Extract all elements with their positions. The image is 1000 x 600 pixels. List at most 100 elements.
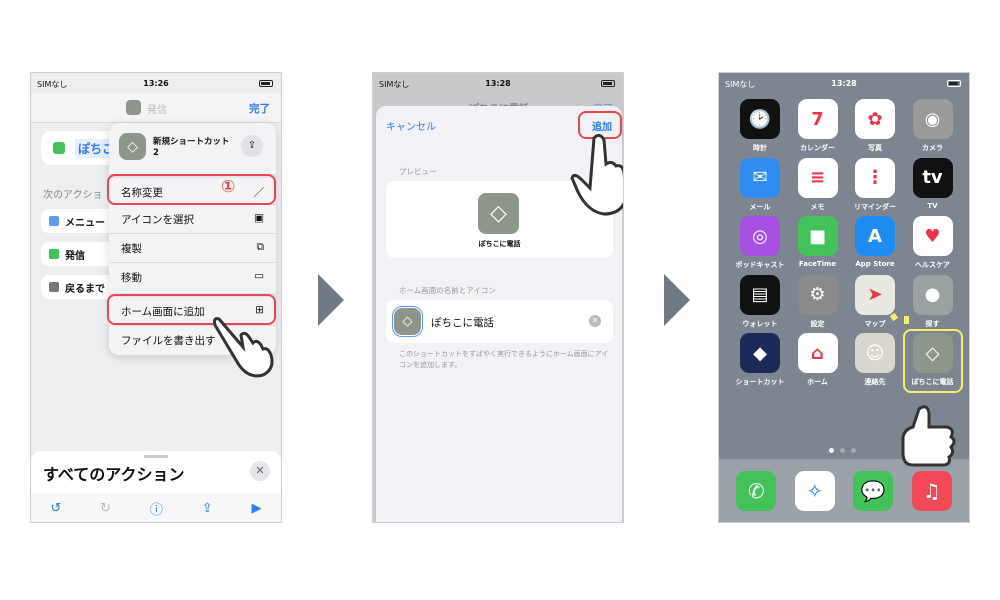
app-label: カレンダー	[800, 144, 835, 152]
status-bar: SIMなし 13:26	[31, 73, 281, 93]
phone-app-icon[interactable]: ✆	[736, 471, 777, 511]
app-label: カメラ	[922, 144, 943, 152]
app-icon[interactable]: ≡ メモ	[789, 157, 847, 212]
arrow-right-icon	[664, 274, 690, 326]
app-icon[interactable]: ♥ ヘルスケア	[904, 216, 962, 270]
music-app-icon[interactable]: ♫	[911, 471, 952, 511]
highlight-new-shortcut	[903, 329, 963, 393]
app-icon[interactable]: tv TV	[904, 157, 962, 210]
app-label: 写真	[868, 144, 882, 152]
status-bar: SIMなし 13:28	[719, 73, 969, 93]
app-icon[interactable]: ◎ ポッドキャスト	[731, 216, 789, 270]
app-icon[interactable]: ☺ 連絡先	[846, 333, 904, 387]
return-icon	[49, 282, 59, 292]
name-input[interactable]: ぽちこに電話	[431, 315, 494, 330]
app-icon[interactable]: ⋮ リマインダー	[846, 157, 904, 212]
app-glyph-icon: ●	[912, 274, 953, 315]
step-1-badge: ①	[221, 177, 236, 197]
safari-app-icon[interactable]: ✧	[794, 471, 835, 511]
app-icon[interactable]: ➤ マップ	[846, 274, 904, 329]
messages-app-icon[interactable]: 💬	[853, 471, 894, 511]
folder-icon: ▭	[254, 270, 264, 282]
app-label: 時計	[753, 144, 767, 152]
thumbs-up-icon	[901, 405, 956, 467]
phone-icon	[53, 142, 65, 154]
done-button[interactable]: 完了	[249, 101, 270, 116]
app-glyph-icon: ≡	[797, 157, 838, 198]
app-label: リマインダー	[854, 202, 896, 211]
app-icon[interactable]: ✉ メール	[731, 157, 789, 212]
app-label: ウォレット	[742, 319, 778, 328]
cancel-button[interactable]: キャンセル	[386, 118, 436, 133]
nav-title[interactable]: 発信	[147, 101, 167, 116]
app-icon[interactable]: ◆ ショートカット	[731, 333, 789, 387]
app-glyph-icon: ◎	[740, 216, 780, 256]
app-glyph-icon: ☺	[855, 333, 895, 373]
app-glyph-icon: ✉	[740, 157, 780, 198]
redo-icon[interactable]: ↻	[100, 501, 111, 516]
battery-icon	[601, 80, 615, 87]
pointing-hand-icon	[213, 317, 274, 378]
toolbar: ↺ ↻ ⓘ ⇪ ▶	[31, 493, 281, 522]
app-glyph-icon: ◆	[740, 333, 780, 373]
app-label: ヘルスケア	[915, 261, 950, 269]
app-icon[interactable]: ■ FaceTime	[789, 216, 847, 268]
app-glyph-icon: 🕑	[740, 99, 780, 139]
app-glyph-icon: ◉	[912, 99, 953, 139]
app-glyph-icon: tv	[912, 157, 953, 198]
shortcut-icon	[126, 100, 141, 115]
app-glyph-icon: ➤	[855, 274, 895, 315]
play-icon[interactable]: ▶	[252, 501, 262, 516]
sheet-grabber[interactable]	[144, 455, 168, 458]
app-icon[interactable]: ▤ ウォレット	[731, 274, 789, 329]
app-glyph-icon: ■	[797, 216, 838, 256]
bottom-sheet: すべてのアクション ✕ ↺ ↻ ⓘ ⇪ ▶	[31, 451, 281, 522]
menu-item-duplicate[interactable]: 複製 ⧉	[109, 233, 276, 261]
photo-icon: ▣	[254, 212, 264, 224]
page-dots[interactable]	[829, 448, 856, 453]
app-icon[interactable]: ✿ 写真	[846, 99, 904, 153]
app-label: ショートカット	[735, 378, 785, 386]
icon-picker[interactable]: ◇	[392, 306, 423, 337]
phone-screen-add-to-home: SIMなし 13:28 ぽちこに電話 完了 キャンセル 追加 プレビュー ◇ ぽ…	[372, 72, 624, 523]
arrow-right-icon	[318, 274, 344, 326]
menu-item-choose-icon[interactable]: アイコンを選択 ▣	[109, 204, 276, 232]
app-icon[interactable]: ⌂ ホーム	[789, 333, 847, 387]
app-label: ホーム	[807, 378, 828, 386]
app-icon[interactable]: 7 カレンダー	[789, 99, 847, 153]
app-glyph-icon: A	[855, 216, 895, 256]
app-glyph-icon: ⌂	[797, 333, 838, 373]
app-icon[interactable]: ● 探す	[904, 274, 962, 329]
phone-screen-shortcut-editor: SIMなし 13:26 発信 完了 ぽちこ 次のアクショ メニュー 発信 戻るま…	[30, 72, 282, 523]
undo-icon[interactable]: ↺	[50, 501, 61, 516]
app-icon[interactable]: ⚙ 設定	[789, 274, 847, 329]
app-label: TV	[927, 201, 938, 210]
app-icon[interactable]: 🕑 時計	[731, 99, 789, 153]
app-icon[interactable]: A App Store	[846, 216, 904, 268]
app-label: メール	[749, 202, 771, 211]
app-label: App Store	[855, 260, 895, 268]
info-icon[interactable]: ⓘ	[150, 499, 163, 518]
menu-item-move[interactable]: 移動 ▭	[109, 262, 276, 290]
battery-icon	[259, 80, 273, 87]
app-label: 連絡先	[864, 378, 886, 386]
app-label: 探す	[925, 319, 940, 328]
sheet-title: すべてのアクション	[43, 465, 185, 484]
phone-icon	[49, 249, 59, 259]
app-label: マップ	[864, 319, 886, 328]
highlight-rename	[107, 174, 276, 205]
shortcut-icon: ◇	[478, 193, 519, 234]
app-glyph-icon: ⚙	[797, 274, 838, 315]
app-label: ポッドキャスト	[735, 261, 785, 269]
app-glyph-icon: ✿	[855, 99, 895, 139]
duplicate-icon: ⧉	[256, 241, 265, 253]
name-row: ◇ ぽちこに電話 ✕	[386, 300, 613, 343]
app-glyph-icon: ⋮	[855, 157, 895, 198]
app-icon[interactable]: ◉ カメラ	[904, 99, 962, 153]
clear-icon[interactable]: ✕	[589, 315, 601, 327]
share-icon[interactable]: ⇪	[202, 501, 213, 516]
app-label: 設定	[810, 319, 825, 328]
status-bar: SIMなし 13:28	[373, 73, 623, 93]
share-button[interactable]: ⇪	[241, 135, 263, 157]
close-button[interactable]: ✕	[250, 461, 270, 481]
